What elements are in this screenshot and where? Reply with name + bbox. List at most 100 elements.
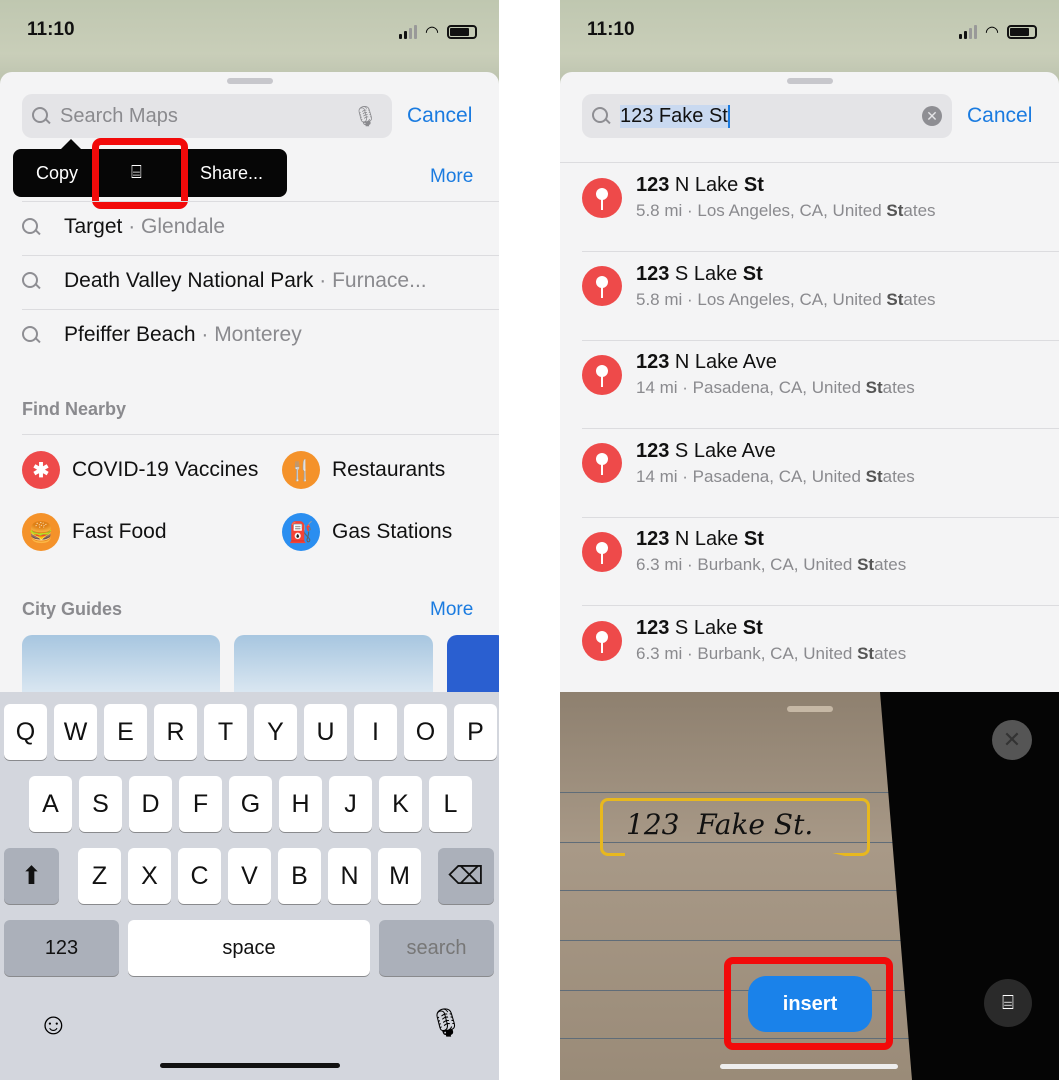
nearby-label: Restaurants — [332, 458, 446, 481]
nearby-label: Fast Food — [72, 520, 167, 543]
key-p[interactable]: P — [454, 704, 497, 760]
key-m[interactable]: M — [378, 848, 421, 904]
shift-key[interactable]: ⬆ — [4, 848, 59, 904]
key-k[interactable]: K — [379, 776, 422, 832]
sheet-grabber[interactable] — [227, 78, 273, 84]
nearby-item[interactable]: ✱ COVID-19 Vaccines — [22, 451, 258, 489]
city-guides-more-link[interactable]: More — [430, 599, 473, 621]
result-street: S Lake — [669, 617, 743, 639]
key-x[interactable]: X — [128, 848, 171, 904]
result-detail: 14 mi · Pasadena, CA, United — [636, 378, 866, 398]
recent-search-item[interactable]: Pfeiffer Beach · Monterey — [22, 323, 302, 347]
home-indicator — [720, 1064, 898, 1069]
search-key[interactable]: search — [379, 920, 494, 976]
close-icon[interactable]: ✕ — [992, 720, 1032, 760]
city-guide-card[interactable] — [447, 635, 499, 695]
search-icon — [592, 107, 610, 125]
handwritten-text: 123 Fake St. — [626, 808, 814, 841]
search-result[interactable]: 123 S Lake Ave 14 mi · Pasadena, CA, Unit… — [582, 440, 915, 487]
result-detail: 6.3 mi · Burbank, CA, United — [636, 555, 858, 575]
key-e[interactable]: E — [104, 704, 147, 760]
search-input[interactable]: Search Maps 🎙 — [22, 94, 392, 138]
microphone-icon[interactable]: 🎙 — [353, 104, 378, 129]
key-t[interactable]: T — [204, 704, 247, 760]
recent-search-item[interactable]: Target · Glendale — [22, 215, 225, 239]
key-s[interactable]: S — [79, 776, 122, 832]
key-o[interactable]: O — [404, 704, 447, 760]
right-screen: 11:10 ◠ 123 Fake St ✕ Cancel 123 Fake St… — [560, 0, 1059, 1080]
search-icon — [22, 218, 40, 236]
key-f[interactable]: F — [179, 776, 222, 832]
copy-menu-item[interactable]: Copy — [36, 163, 78, 184]
recent-search-item[interactable]: Death Valley National Park · Furnace... — [22, 269, 427, 293]
search-result[interactable]: 123 S Lake St 6.3 mi · Burbank, CA, Unite… — [582, 617, 906, 664]
key-n[interactable]: N — [328, 848, 371, 904]
status-icons: ◠ — [399, 22, 477, 42]
numbers-key[interactable]: 123 — [4, 920, 119, 976]
cancel-button[interactable]: Cancel — [407, 104, 472, 128]
key-d[interactable]: D — [129, 776, 172, 832]
search-input[interactable]: 123 Fake St ✕ — [582, 94, 952, 138]
key-z[interactable]: Z — [78, 848, 121, 904]
recent-name: Pfeiffer Beach — [64, 323, 196, 346]
key-c[interactable]: C — [178, 848, 221, 904]
city-guide-card[interactable] — [234, 635, 433, 695]
result-street: N Lake Ave — [669, 351, 777, 374]
result-detail: 5.8 mi · Los Angeles, CA, United — [636, 289, 887, 309]
result-number: 123 — [636, 439, 670, 462]
search-result[interactable]: 123 S Lake St 5.8 mi · Los Angeles, CA, U… — [582, 263, 936, 310]
key-y[interactable]: Y — [254, 704, 297, 760]
sheet-grabber[interactable] — [787, 78, 833, 84]
result-match: St — [742, 262, 763, 285]
camera-grabber[interactable] — [787, 706, 833, 712]
key-g[interactable]: G — [229, 776, 272, 832]
delete-key[interactable]: ⌫ — [438, 848, 494, 904]
key-w[interactable]: W — [54, 704, 97, 760]
search-result[interactable]: 123 N Lake St 6.3 mi · Burbank, CA, Unite… — [582, 528, 906, 575]
nearby-item[interactable]: ⛽ Gas Stations — [282, 513, 452, 551]
recents-more-link[interactable]: More — [430, 166, 473, 188]
recent-location: · Furnace... — [313, 269, 427, 292]
search-icon — [22, 326, 40, 344]
recent-name: Death Valley National Park — [64, 269, 314, 292]
dictation-icon[interactable]: 🎙 — [428, 1006, 464, 1039]
result-number: 123 — [636, 528, 670, 551]
clear-icon[interactable]: ✕ — [922, 106, 942, 126]
key-i[interactable]: I — [354, 704, 397, 760]
pin-icon — [582, 620, 622, 661]
scan-text-icon[interactable]: ⌸ — [984, 979, 1032, 1027]
cancel-button[interactable]: Cancel — [967, 104, 1032, 128]
nearby-label: COVID-19 Vaccines — [72, 458, 259, 481]
key-r[interactable]: R — [154, 704, 197, 760]
search-result[interactable]: 123 N Lake Ave 14 mi · Pasadena, CA, Unit… — [582, 351, 915, 398]
city-guides-header: City Guides — [22, 599, 123, 619]
key-v[interactable]: V — [228, 848, 271, 904]
result-detail-end: ates — [882, 378, 915, 398]
key-j[interactable]: J — [329, 776, 372, 832]
result-detail-end: ates — [903, 289, 936, 309]
city-guide-card[interactable] — [22, 635, 220, 695]
space-key[interactable]: space — [128, 920, 370, 976]
nearby-item[interactable]: 🍔 Fast Food — [22, 513, 167, 551]
key-b[interactable]: B — [278, 848, 321, 904]
key-l[interactable]: L — [429, 776, 472, 832]
emoji-icon[interactable]: ☺ — [38, 1008, 69, 1042]
signal-icon — [399, 25, 418, 39]
pin-icon — [582, 266, 622, 307]
search-result[interactable]: 123 N Lake St 5.8 mi · Los Angeles, CA, U… — [582, 174, 936, 221]
result-street: S Lake — [669, 262, 743, 285]
key-u[interactable]: U — [304, 704, 347, 760]
share-menu-item[interactable]: Share... — [200, 163, 263, 184]
pin-icon — [582, 354, 622, 395]
nearby-item[interactable]: 🍴 Restaurants — [282, 451, 445, 489]
result-detail-end: ates — [882, 466, 915, 486]
key-a[interactable]: A — [29, 776, 72, 832]
key-h[interactable]: H — [279, 776, 322, 832]
result-detail-match: St — [865, 466, 883, 486]
left-screen: 11:10 ◠ Search Maps 🎙 Cancel More Copy ⌸… — [0, 0, 499, 1080]
result-detail-end: ates — [874, 644, 907, 663]
result-number: 123 — [636, 351, 670, 374]
key-q[interactable]: Q — [4, 704, 47, 760]
result-detail: 5.8 mi · Los Angeles, CA, United — [636, 201, 887, 220]
highlight-box — [92, 138, 188, 209]
